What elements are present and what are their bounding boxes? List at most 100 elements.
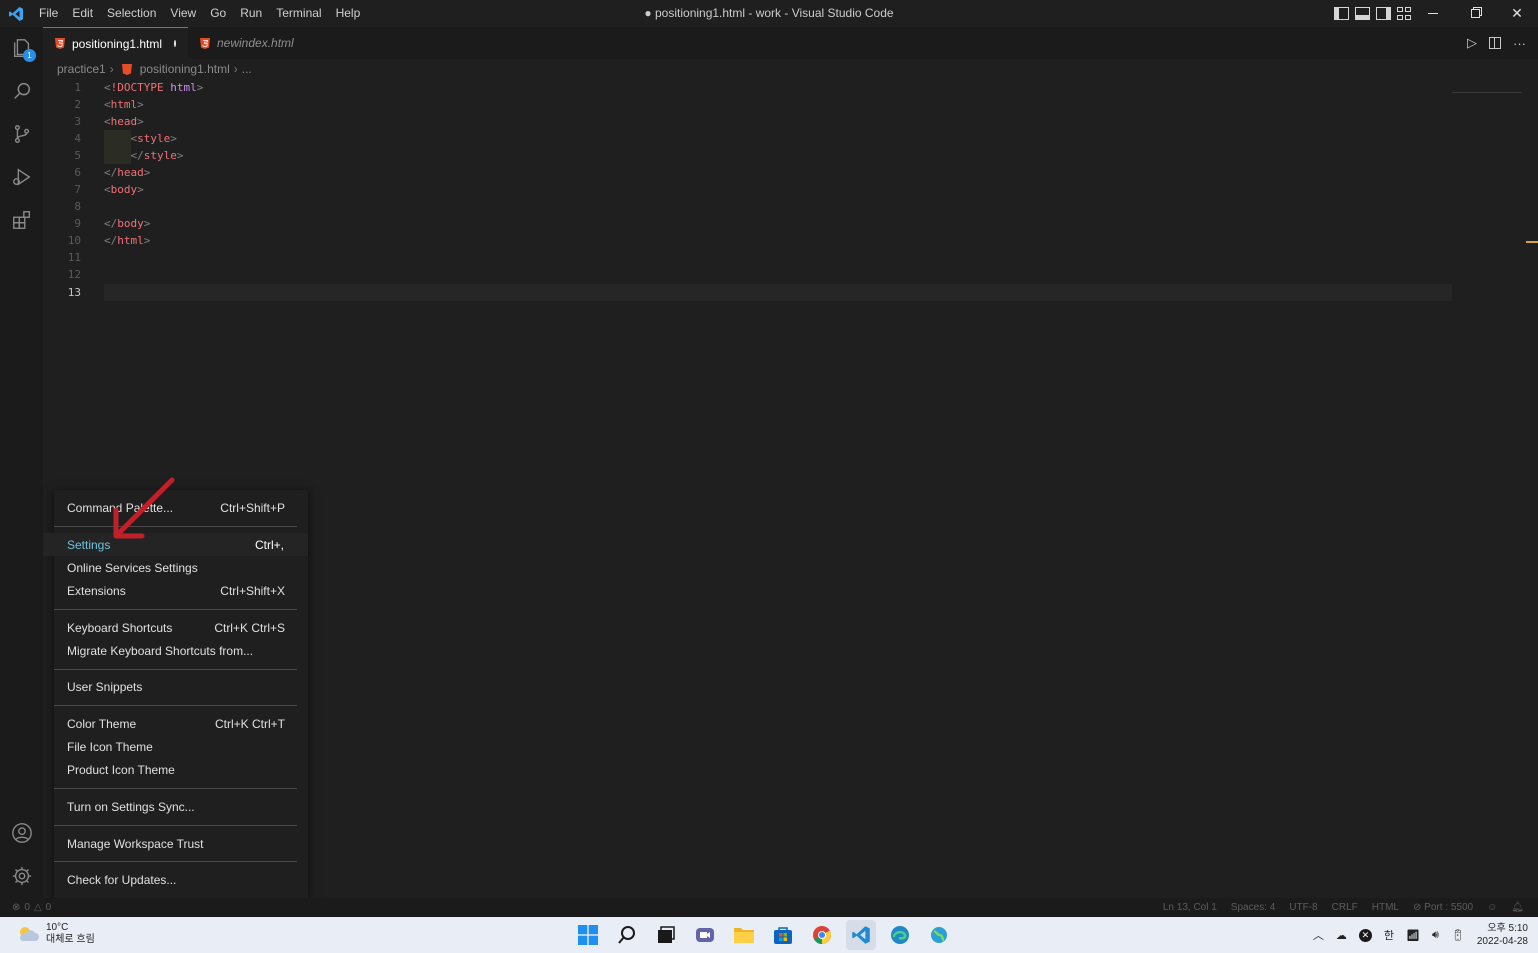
edge-icon: [891, 926, 909, 944]
code-line: 8: [74, 200, 81, 213]
more-actions-icon[interactable]: ···: [1513, 36, 1526, 51]
unsaved-dot-icon[interactable]: [174, 40, 176, 47]
menu-view[interactable]: View: [163, 0, 203, 27]
menu-item-settings[interactable]: Settings Ctrl+,: [43, 533, 308, 556]
explorer-button[interactable]: 1: [0, 27, 43, 69]
minimize-icon: [1428, 13, 1438, 14]
menu-item-online-services-settings[interactable]: Online Services Settings: [54, 556, 308, 579]
weather-widget[interactable]: 10°C 대체로 흐림: [16, 922, 95, 946]
chrome-icon: [813, 926, 832, 944]
run-debug-button[interactable]: [0, 156, 43, 198]
vscode-taskbar-button[interactable]: [846, 920, 876, 950]
chrome-button[interactable]: [807, 920, 837, 950]
accounts-button[interactable]: [0, 812, 43, 854]
menu-item-product-icon-theme[interactable]: Product Icon Theme: [54, 758, 308, 781]
menu-item-keyboard-shortcuts[interactable]: Keyboard Shortcuts Ctrl+K Ctrl+S: [54, 616, 308, 639]
search-icon: [618, 926, 635, 944]
account-icon: [11, 823, 32, 843]
title-bar: File Edit Selection View Go Run Terminal…: [0, 0, 1538, 27]
cursor-position[interactable]: Ln 13, Col 1: [1163, 902, 1217, 913]
feedback-icon[interactable]: ☺: [1487, 902, 1497, 913]
search-button[interactable]: [0, 70, 43, 112]
menu-item-user-snippets[interactable]: User Snippets: [54, 675, 308, 698]
close-icon: ✕: [1511, 5, 1523, 21]
globe-icon: [931, 927, 947, 943]
html5-icon: [200, 37, 210, 49]
tab-positioning1[interactable]: positioning1.html: [43, 27, 188, 59]
menu-item-check-updates[interactable]: Check for Updates...: [54, 868, 308, 891]
no-entry-icon: ⊘: [1412, 902, 1425, 913]
edge-button[interactable]: [885, 920, 915, 950]
status-bar: ⊗ 0 △ 0 Ln 13, Col 1 Spaces: 4 UTF-8 CRLF …: [0, 898, 1538, 917]
language-mode[interactable]: HTML: [1372, 902, 1399, 913]
microsoft-store-button[interactable]: [768, 920, 798, 950]
menu-go[interactable]: Go: [203, 0, 233, 27]
end-of-line[interactable]: CRLF: [1332, 902, 1358, 913]
problems-indicator[interactable]: ⊗ 0 △ 0: [12, 898, 51, 917]
manage-menu: Command Palette... Ctrl+Shift+P Settings C…: [43, 490, 308, 898]
menu-help[interactable]: Help: [329, 0, 368, 27]
chat-icon: [696, 928, 714, 942]
close-button[interactable]: ✕: [1496, 0, 1538, 27]
menu-item-settings-sync[interactable]: Turn on Settings Sync...: [54, 795, 308, 818]
menu-separator: [54, 788, 297, 789]
task-view-button[interactable]: [651, 920, 681, 950]
menu-item-file-icon-theme[interactable]: File Icon Theme: [54, 735, 308, 758]
menu-run[interactable]: Run: [233, 0, 269, 27]
volume-icon[interactable]: 🔊︎: [1432, 929, 1439, 942]
taskbar-search-button[interactable]: [612, 920, 642, 950]
menu-edit[interactable]: Edit: [65, 0, 100, 27]
teams-chat-button[interactable]: [690, 920, 720, 950]
tab-label: newindex.html: [217, 36, 294, 50]
manage-button[interactable]: [0, 855, 43, 897]
customize-layout-icon[interactable]: [1397, 7, 1412, 20]
menu-item-extensions[interactable]: Extensions Ctrl+Shift+X: [54, 579, 308, 602]
battery-icon[interactable]: 🔋︎: [1451, 929, 1465, 942]
onedrive-icon[interactable]: ☁: [1336, 929, 1347, 942]
toggle-secondary-sidebar-icon[interactable]: [1376, 7, 1391, 20]
menu-separator: [54, 825, 297, 826]
start-button[interactable]: [573, 920, 603, 950]
code-line: 13: [67, 286, 81, 299]
menu-item-workspace-trust[interactable]: Manage Workspace Trust: [54, 832, 308, 855]
vscode-icon: [852, 926, 870, 944]
breadcrumb-symbols[interactable]: ...: [242, 62, 252, 76]
activity-bar: 1: [0, 27, 43, 898]
extensions-button[interactable]: [0, 199, 43, 241]
split-editor-icon[interactable]: [1489, 37, 1501, 49]
toggle-sidebar-icon[interactable]: [1334, 7, 1349, 20]
encoding[interactable]: UTF-8: [1289, 902, 1317, 913]
app-tray-icon[interactable]: ✕: [1358, 928, 1372, 942]
menu-separator: [54, 526, 297, 527]
menu-terminal[interactable]: Terminal: [269, 0, 328, 27]
breadcrumb-folder[interactable]: practice1: [57, 62, 106, 76]
menu-item-migrate-shortcuts[interactable]: Migrate Keyboard Shortcuts from...: [54, 639, 308, 662]
run-icon[interactable]: ▷: [1467, 35, 1477, 51]
menu-item-color-theme[interactable]: Color Theme Ctrl+K Ctrl+T: [54, 712, 308, 735]
task-view-icon: [658, 926, 675, 943]
file-explorer-button[interactable]: [729, 920, 759, 950]
source-control-button[interactable]: [0, 113, 43, 155]
indentation[interactable]: Spaces: 4: [1231, 902, 1275, 913]
breadcrumb: practice1 › positioning1.html › ...: [43, 59, 1443, 79]
layout-controls: [1334, 0, 1412, 27]
code-line: 10 </html>: [67, 234, 151, 247]
code-line: 4 <style>: [74, 132, 177, 145]
clock[interactable]: 오후 5:10 2022-04-28: [1477, 922, 1528, 948]
live-server-port[interactable]: ⊘ Port : 5500: [1413, 902, 1473, 913]
chevron-up-icon[interactable]: ︿: [1313, 927, 1324, 943]
globe-app-button[interactable]: [924, 920, 954, 950]
breadcrumb-file[interactable]: positioning1.html: [140, 62, 230, 76]
toggle-panel-icon[interactable]: [1355, 7, 1370, 20]
wifi-icon[interactable]: 📶︎: [1406, 929, 1420, 942]
minimize-button[interactable]: [1412, 0, 1454, 27]
restore-button[interactable]: [1454, 0, 1496, 27]
menu-selection[interactable]: Selection: [100, 0, 163, 27]
menu-file[interactable]: File: [32, 0, 65, 27]
menu-item-command-palette[interactable]: Command Palette... Ctrl+Shift+P: [54, 496, 308, 519]
minimap[interactable]: [1452, 87, 1522, 93]
restore-icon: [1470, 9, 1480, 18]
ime-indicator[interactable]: 한: [1384, 927, 1394, 943]
tab-newindex[interactable]: newindex.html: [188, 27, 303, 59]
notifications-icon[interactable]: 🔔︎: [1511, 902, 1524, 913]
